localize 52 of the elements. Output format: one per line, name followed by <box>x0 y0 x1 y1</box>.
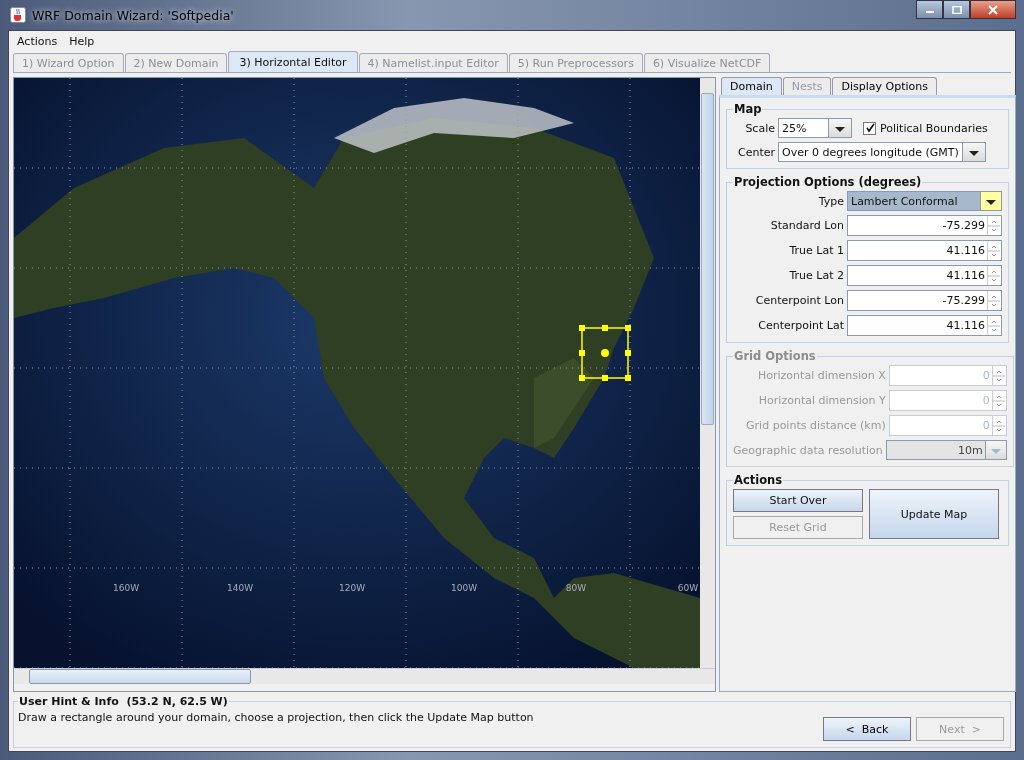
longitude-label: 100W <box>450 583 478 593</box>
panel-tab[interactable]: Display Options <box>832 77 937 95</box>
hint-title: User Hint & Info (53.2 N, 62.5 W) <box>18 695 229 708</box>
maximize-button[interactable] <box>943 0 970 19</box>
field-label: Grid points distance (km) <box>746 419 886 432</box>
scale-dropdown[interactable]: 25% <box>778 118 852 138</box>
group-title: Grid Options <box>733 349 817 363</box>
field-label: True Lat 2 <box>789 269 844 282</box>
longitude-label: 120W <box>338 583 366 593</box>
field-label: Centerpoint Lat <box>758 319 844 332</box>
minimize-button[interactable] <box>916 0 943 19</box>
domain-selection-rectangle[interactable] <box>579 325 631 381</box>
number-spinner[interactable]: 41.116 <box>847 240 1002 261</box>
political-boundaries-checkbox[interactable]: Political Boundaries <box>863 121 988 135</box>
field-label: Standard Lon <box>770 219 844 232</box>
field-label: Type <box>818 194 844 208</box>
projection-type-dropdown[interactable]: Lambert Conformal <box>847 191 1002 211</box>
checkmark-icon <box>864 123 875 133</box>
group-title: Actions <box>733 473 784 487</box>
number-spinner[interactable]: -75.299 <box>847 290 1002 311</box>
menu-item[interactable]: Actions <box>17 34 58 48</box>
field-label: Horizontal dimension X <box>758 369 886 382</box>
wizard-nav-button[interactable]: < Back <box>823 717 911 741</box>
field-label: Scale <box>744 121 775 135</box>
field-label: Geographic data resolution <box>733 443 883 457</box>
longitude-label: 160W <box>112 583 140 593</box>
group-title: Map <box>733 102 763 116</box>
wizard-tab[interactable]: 3) Horizontal Editor <box>228 51 358 72</box>
field-label: Horizontal dimension Y <box>758 394 886 407</box>
number-spinner[interactable]: 41.116 <box>847 315 1002 336</box>
center-dropdown[interactable]: Over 0 degrees longitude (GMT) <box>778 142 986 162</box>
longitude-label: 60W <box>677 583 699 593</box>
action-button[interactable]: Start Over <box>733 489 863 512</box>
hint-text: Draw a rectangle around your domain, choose a projection, then click the Update Map button <box>18 711 534 724</box>
coffee-cup-icon <box>10 7 26 23</box>
longitude-label: 80W <box>565 583 587 593</box>
number-spinner[interactable]: 41.116 <box>847 265 1002 286</box>
field-label: True Lat 1 <box>789 244 844 257</box>
longitude-label: 140W <box>226 583 254 593</box>
close-icon <box>988 4 998 15</box>
maximize-icon <box>951 5 962 14</box>
field-label: Centerpoint Lon <box>755 294 844 307</box>
window-title: WRF Domain Wizard: 'Softpedia' <box>32 7 234 23</box>
number-spinner[interactable]: -75.299 <box>847 215 1002 236</box>
update-map-button[interactable]: Update Map <box>869 489 999 539</box>
menu-item[interactable]: Help <box>69 34 95 48</box>
close-button[interactable] <box>970 0 1016 19</box>
panel-tab[interactable]: Domain <box>721 77 782 95</box>
horizontal-scrollbar[interactable] <box>14 668 715 684</box>
group-title: Projection Options (degrees) <box>733 175 923 189</box>
vertical-scrollbar[interactable] <box>700 78 715 668</box>
field-label: Center <box>736 145 775 159</box>
